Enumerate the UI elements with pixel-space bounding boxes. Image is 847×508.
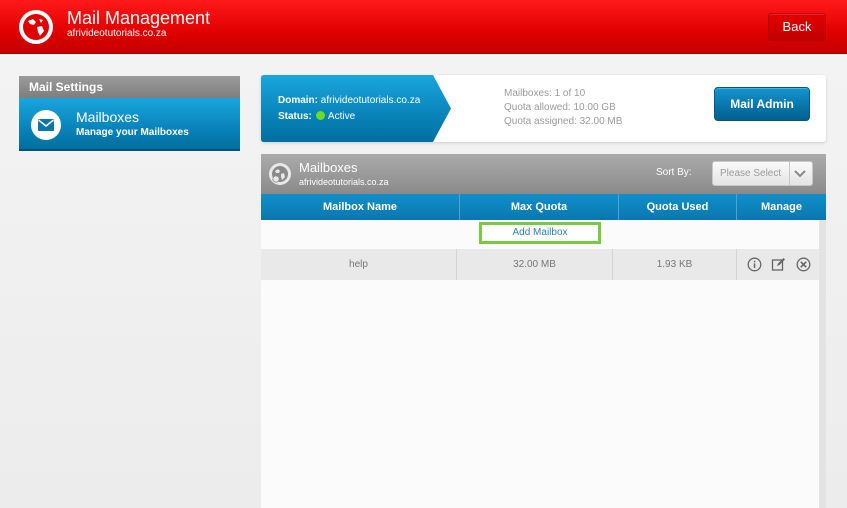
sidebar-item-description: Manage your Mailboxes [76, 127, 189, 138]
panel-subtitle: afrivideotutorials.co.za [299, 177, 389, 187]
sort-select[interactable]: Please Select [712, 161, 813, 186]
mail-admin-button[interactable]: Mail Admin [714, 87, 810, 121]
cell-max-quota: 32.00 MB [457, 249, 613, 280]
back-button[interactable]: Back [768, 13, 826, 41]
manage-actions [747, 257, 816, 277]
quota-allowed: Quota allowed: 10.00 GB [504, 102, 616, 113]
edit-icon[interactable] [771, 257, 786, 277]
info-icon[interactable] [747, 257, 762, 277]
delete-icon[interactable] [796, 257, 811, 277]
status-badge: Active [327, 111, 356, 122]
globe-icon [19, 10, 53, 44]
app-header: Mail Management afrivideotutorials.co.za… [0, 0, 847, 54]
mailboxes-panel: Mailboxes afrivideotutorials.co.za Sort … [261, 154, 826, 508]
sort-label: Sort By: [656, 167, 692, 178]
envelope-icon [31, 110, 61, 140]
status-indicator-icon [315, 111, 325, 120]
globe-mail-icon [269, 163, 291, 185]
column-header-max-quota[interactable]: Max Quota [460, 194, 619, 220]
domain-row: Domain: afrivideotutorials.co.za [278, 95, 420, 107]
sidebar-item-label: Mailboxes [76, 109, 140, 125]
table-header: Mailbox Name Max Quota Quota Used Manage [261, 194, 826, 220]
domain-subtitle: afrivideotutorials.co.za [67, 28, 167, 39]
scrollbar[interactable] [819, 220, 826, 508]
add-mailbox-button[interactable]: Add Mailbox [479, 222, 601, 244]
sidebar-section-title: Mail Settings [19, 76, 240, 98]
domain-value: afrivideotutorials.co.za [320, 95, 421, 106]
domain-info-panel: Domain: afrivideotutorials.co.za Status:… [261, 75, 826, 142]
domain-label: Domain: [278, 95, 318, 106]
status-row: Status: Active [278, 111, 355, 123]
sort-selected-value: Please Select [720, 168, 782, 179]
cell-mailbox-name: help [261, 249, 457, 280]
mailbox-count: Mailboxes: 1 of 10 [504, 88, 586, 99]
quota-stats: Mailboxes: 1 of 10 Quota allowed: 10.00 … [504, 87, 622, 129]
sidebar-item-mailboxes[interactable]: Mailboxes Manage your Mailboxes [19, 98, 240, 151]
column-header-mailbox-name[interactable]: Mailbox Name [261, 194, 460, 220]
add-mailbox-row: Add Mailbox [261, 220, 826, 248]
column-header-manage: Manage [761, 201, 802, 213]
domain-status-box: Domain: afrivideotutorials.co.za Status:… [261, 75, 451, 142]
sort-divider [789, 162, 790, 185]
panel-title: Mailboxes [299, 160, 358, 175]
quota-assigned: Quota assigned: 32.00 MB [504, 116, 623, 127]
table-row[interactable]: help 32.00 MB 1.93 KB [261, 249, 826, 280]
cell-quota-used: 1.93 KB [613, 249, 737, 280]
status-label: Status: [278, 111, 312, 122]
mailboxes-panel-header: Mailboxes afrivideotutorials.co.za Sort … [261, 154, 826, 194]
page-title: Mail Management [67, 8, 211, 28]
chevron-down-icon [794, 170, 806, 178]
column-header-quota-used[interactable]: Quota Used [619, 194, 737, 220]
